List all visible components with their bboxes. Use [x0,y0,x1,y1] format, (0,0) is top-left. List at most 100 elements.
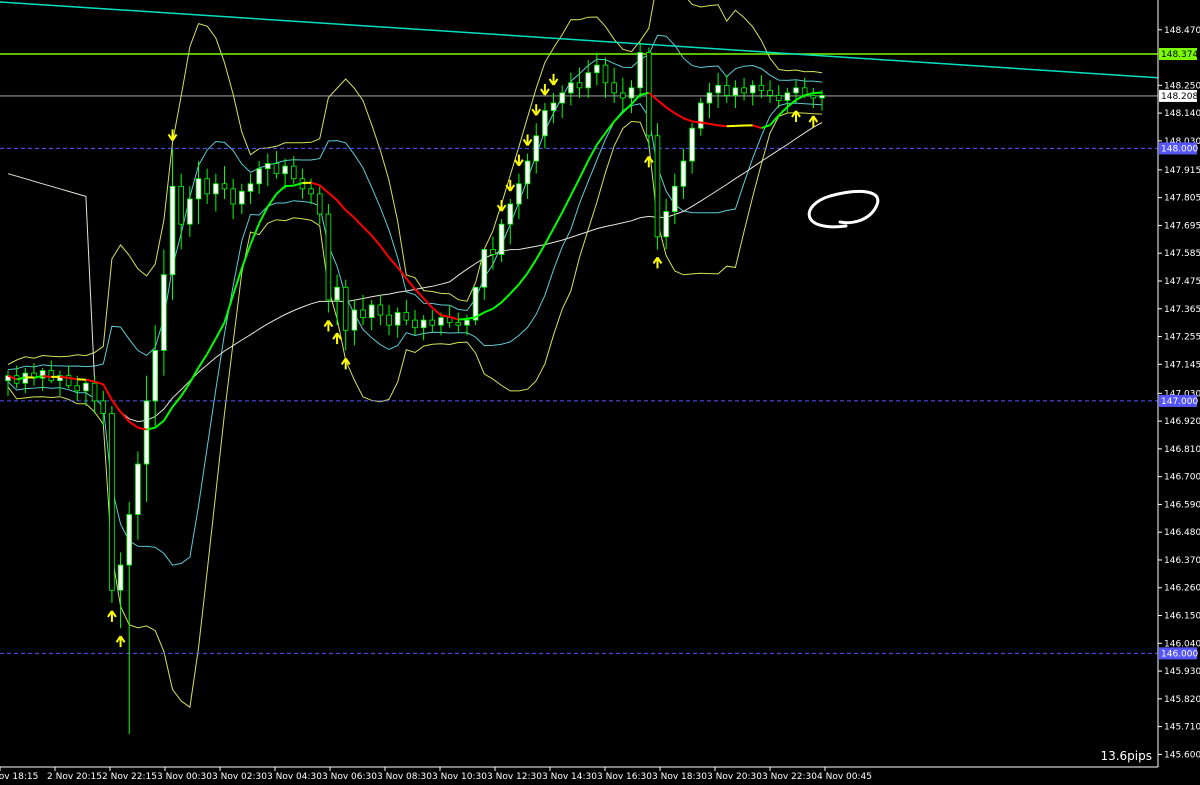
price-tick-label: 146.480 [1164,528,1200,538]
ma-segment [683,117,693,123]
candle-body [100,400,107,414]
descending-trendline [0,1,1159,79]
candle-body [594,64,600,74]
candle-body [360,309,366,318]
price-label: 148.374 [1161,50,1198,60]
candle-body [204,178,210,195]
down-arrow-icon [540,83,550,96]
ma-segment [171,395,182,408]
price-tick-label: 146.260 [1164,584,1200,594]
price-tick-label: 146.920 [1164,417,1200,427]
trendline[interactable] [0,1,1159,79]
chart-window[interactable]: 148.470 148.250 148.140 148.030 147.915 147.8… [0,0,1200,785]
candle-body [758,84,765,91]
time-tick-label: 3 Nov 16:30 [597,772,652,782]
ma-segment [111,399,122,413]
candle-body [351,309,358,331]
ma-segment [42,375,52,378]
candle-body [169,185,176,276]
hand-drawn-circle-icon [807,190,880,229]
candle-body [195,178,202,200]
ma-segment [509,283,520,295]
price-label: 147.000 [1161,397,1198,407]
ma-segment [214,321,226,339]
hand-drawn-annotation [807,190,880,229]
candle-body [637,52,643,89]
long-moving-average [7,122,823,423]
price-tick-label: 148.470 [1164,26,1200,36]
horizontal-levels [0,53,1158,654]
candle-body [334,286,340,301]
candle-body [749,84,756,94]
ma-segment [544,228,555,245]
price-tick-label: 148.140 [1164,109,1200,119]
ma-segment [665,106,676,115]
ma-segment [102,383,113,401]
time-tick-label: 3 Nov 02:30 [212,772,267,782]
candle-body [498,223,505,255]
price-label: 146.000 [1161,649,1198,659]
candle-body [161,274,167,351]
ma-segment [188,367,200,384]
ma-segment [119,411,130,423]
long-ma-line [7,122,823,423]
ma-segment [500,292,511,303]
candle-body [74,385,81,392]
candle-body [386,314,392,326]
ma-segment [813,91,823,95]
candle-body [602,64,609,84]
ma-segment [206,338,217,355]
candle-body [403,312,410,321]
down-arrow-icon [531,104,542,116]
candle-body [308,188,314,195]
ma-segment [310,181,321,187]
ma-segment [223,294,235,323]
candle-body [767,89,773,96]
price-chart[interactable]: 148.470148.250148.140148.030147.915147.8… [0,0,1200,785]
candle-body [221,183,228,190]
ma-segment [327,192,338,201]
candle-body [316,193,323,215]
ma-segment [431,307,442,317]
ma-segment [59,375,69,379]
candle-body [455,322,462,326]
candle-body [91,382,98,402]
candle-body [481,249,488,288]
ma-segment [587,144,598,162]
ma-segment [518,272,529,286]
ma-segment [561,194,572,213]
time-tick-label: 2 Nov 22:15 [102,772,157,782]
ma-segment [552,211,564,229]
ma-segment [535,243,546,260]
candle-body [282,165,288,175]
candle-body [620,92,626,99]
candle-body [109,413,115,591]
candle-body [290,165,297,180]
down-arrow-icon [496,200,507,212]
ma-segment [656,99,667,109]
ma-segment [414,288,425,300]
candle-body [342,286,349,331]
price-label: 148.000 [1161,144,1198,154]
ma-segment [700,121,710,125]
time-tick-label: 3 Nov 22:30 [762,772,817,782]
candle-body [265,163,271,170]
ma-segment [68,376,78,381]
signal-arrows [107,73,819,648]
candle-body [325,213,332,301]
price-tick-label: 145.820 [1164,695,1200,705]
price-tick-label: 146.150 [1164,612,1200,622]
ma-segment [492,301,503,310]
down-arrow-icon [167,129,178,141]
time-tick-label: 3 Nov 20:30 [707,772,762,782]
candle-body [689,127,695,162]
candle-body [143,400,150,465]
candle-body [654,135,661,238]
candle-body [715,84,721,94]
candle-body [420,319,427,329]
ma-segment [258,206,269,224]
ma-segment [709,122,719,127]
ma-segment [370,234,382,247]
time-tick-label: 3 Nov 10:30 [432,772,487,782]
ma-segment [778,106,789,117]
